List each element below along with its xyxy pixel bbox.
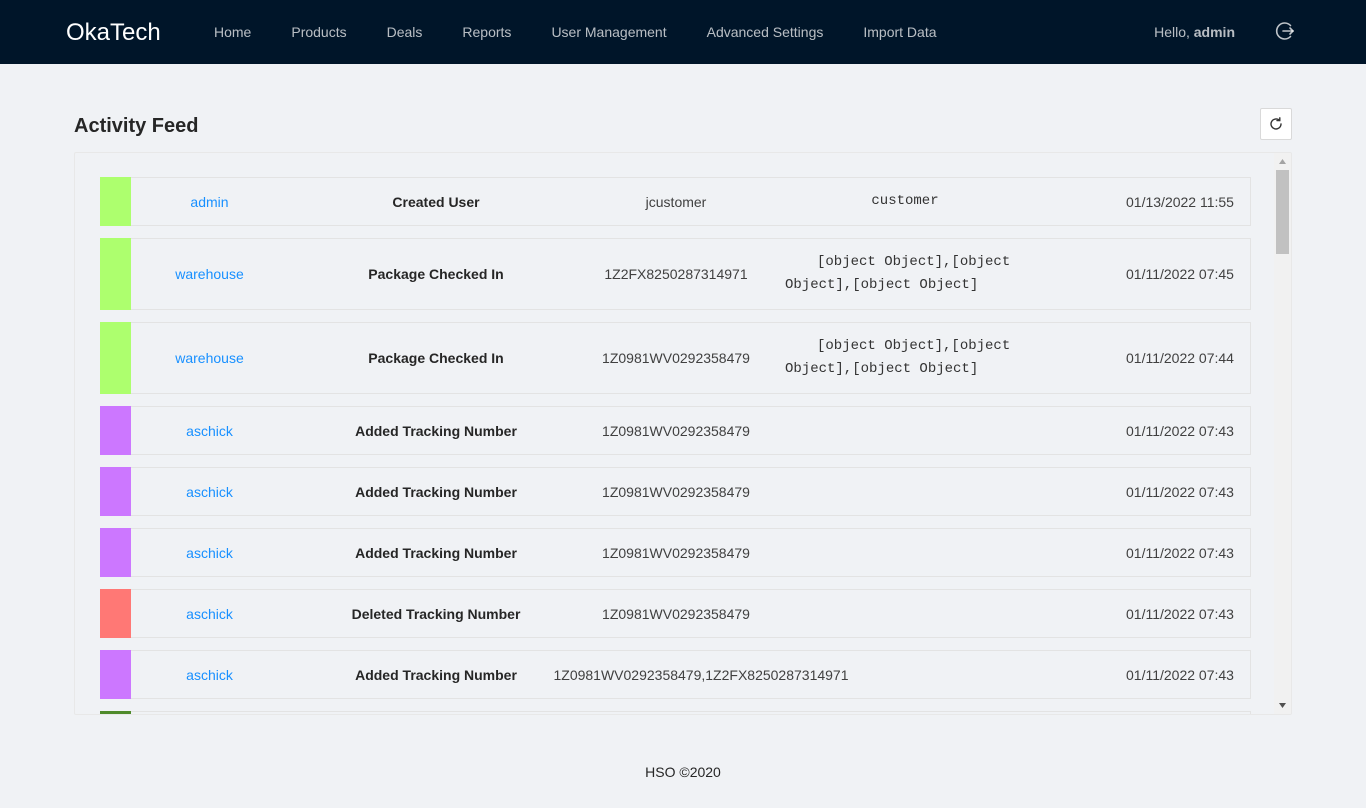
- activity-type-color-bar: [100, 711, 131, 714]
- feed-row-partial: [100, 711, 1251, 714]
- feed-target: 1Z0981WV0292358479: [602, 350, 750, 366]
- logout-icon[interactable]: [1274, 20, 1296, 42]
- feed-row: aschick Added Tracking Number 1Z0981WV02…: [100, 650, 1251, 699]
- feed-row: aschick Added Tracking Number 1Z0981WV02…: [100, 467, 1251, 516]
- feed-row: admin Created User jcustomer customer 01…: [100, 177, 1251, 226]
- feed-data-line: [object Object],[object: [817, 338, 1011, 354]
- feed-row: aschick Deleted Tracking Number 1Z0981WV…: [100, 589, 1251, 638]
- feed-row: warehouse Package Checked In 1Z2FX825028…: [100, 238, 1251, 310]
- feed-action: Added Tracking Number: [355, 544, 517, 561]
- greeting-prefix: Hello,: [1154, 24, 1194, 40]
- feed-target: 1Z0981WV0292358479,1Z2FX8250287314971: [553, 666, 849, 683]
- feed-target: jcustomer: [645, 193, 707, 210]
- feed-timestamp: 01/11/2022 07:45: [1126, 266, 1234, 282]
- feed-data-line: Object],[object Object]: [785, 361, 979, 377]
- scroll-down-arrow-icon[interactable]: [1274, 697, 1291, 714]
- feed-target: 1Z0981WV0292358479: [602, 605, 750, 622]
- activity-type-color-bar: [100, 650, 131, 699]
- feed-user-link[interactable]: aschick: [131, 407, 288, 454]
- nav-item-home[interactable]: Home: [194, 0, 271, 64]
- feed-action: Added Tracking Number: [355, 483, 517, 500]
- feed-timestamp: 01/11/2022 07:44: [1126, 350, 1234, 366]
- feed-action: Package Checked In: [368, 266, 504, 282]
- page-title: Activity Feed: [74, 115, 199, 137]
- feed-data: customer: [785, 178, 1025, 225]
- nav-item-user-management[interactable]: User Management: [531, 0, 686, 64]
- feed-data-line: [object Object],[object: [817, 254, 1011, 270]
- activity-type-color-bar: [100, 528, 131, 577]
- feed-action: Created User: [392, 193, 480, 210]
- nav-item-reports[interactable]: Reports: [442, 0, 531, 64]
- footer-copyright: HSO ©2020: [645, 764, 721, 780]
- nav-item-import-data[interactable]: Import Data: [843, 0, 956, 64]
- activity-type-color-bar: [100, 589, 131, 638]
- activity-type-color-bar: [100, 406, 131, 455]
- greeting-username: admin: [1193, 24, 1235, 40]
- feed-timestamp: 01/13/2022 11:55: [1126, 193, 1234, 210]
- nav-item-advanced-settings[interactable]: Advanced Settings: [687, 0, 844, 64]
- feed-target: 1Z0981WV0292358479: [602, 544, 750, 561]
- top-navbar: OkaTech Home Products Deals Reports User…: [0, 0, 1366, 64]
- feed-user-link[interactable]: aschick: [131, 529, 288, 576]
- feed-timestamp: 01/11/2022 07:43: [1126, 483, 1234, 500]
- scroll-up-arrow-icon[interactable]: [1274, 153, 1291, 170]
- nav-item-deals[interactable]: Deals: [367, 0, 443, 64]
- feed-row: aschick Added Tracking Number 1Z0981WV02…: [100, 406, 1251, 455]
- main-nav: Home Products Deals Reports User Managem…: [194, 0, 957, 64]
- feed-timestamp: 01/11/2022 07:43: [1126, 666, 1234, 683]
- feed-data: [object Object],[object Object],[object …: [785, 323, 1025, 393]
- feed-timestamp: 01/11/2022 07:43: [1126, 544, 1234, 561]
- feed-scrollbar[interactable]: [1274, 153, 1291, 714]
- feed-user-link[interactable]: warehouse: [131, 323, 288, 393]
- feed-data-line: customer: [871, 193, 939, 209]
- feed-action: Added Tracking Number: [355, 666, 517, 683]
- feed-target: 1Z2FX8250287314971: [604, 266, 748, 282]
- feed-target: 1Z0981WV0292358479: [602, 483, 750, 500]
- feed-user-link[interactable]: warehouse: [131, 239, 288, 309]
- nav-item-products[interactable]: Products: [271, 0, 366, 64]
- feed-target: 1Z0981WV0292358479: [602, 422, 750, 439]
- activity-feed-panel[interactable]: admin Created User jcustomer customer 01…: [74, 152, 1292, 715]
- feed-action: Package Checked In: [368, 350, 504, 366]
- feed-user-link[interactable]: aschick: [131, 468, 288, 515]
- feed-row: warehouse Package Checked In 1Z0981WV029…: [100, 322, 1251, 394]
- feed-timestamp: 01/11/2022 07:43: [1126, 422, 1234, 439]
- feed-action: Deleted Tracking Number: [351, 605, 521, 622]
- activity-type-color-bar: [100, 322, 131, 394]
- feed-data-line: Object],[object Object]: [785, 277, 979, 293]
- activity-type-color-bar: [100, 238, 131, 310]
- refresh-button[interactable]: [1260, 108, 1292, 140]
- user-greeting: Hello, admin: [1154, 0, 1235, 64]
- activity-feed-list: admin Created User jcustomer customer 01…: [100, 177, 1251, 714]
- feed-action: Added Tracking Number: [355, 422, 517, 439]
- feed-user-link[interactable]: aschick: [131, 590, 288, 637]
- feed-user-link[interactable]: aschick: [131, 651, 288, 698]
- feed-data: [object Object],[object Object],[object …: [785, 239, 1025, 309]
- feed-row: aschick Added Tracking Number 1Z0981WV02…: [100, 528, 1251, 577]
- activity-type-color-bar: [100, 467, 131, 516]
- refresh-icon: [1270, 117, 1282, 130]
- scroll-thumb[interactable]: [1276, 170, 1289, 254]
- feed-user-link[interactable]: admin: [131, 178, 288, 225]
- feed-timestamp: 01/11/2022 07:43: [1126, 605, 1234, 622]
- activity-type-color-bar: [100, 177, 131, 226]
- brand-logo[interactable]: OkaTech: [66, 18, 161, 48]
